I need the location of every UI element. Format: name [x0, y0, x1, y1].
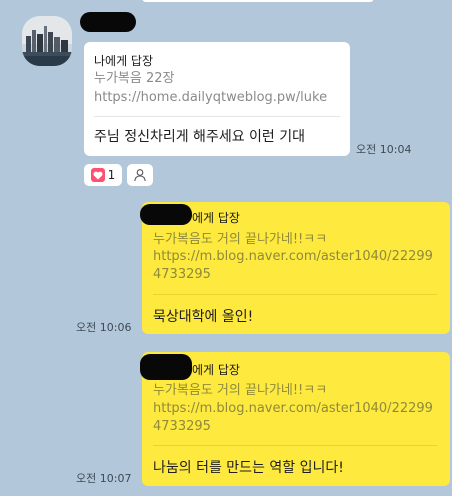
- quoted-message-title: 누가복음도 거의 끝나가네!!ㅋㅋ: [153, 383, 328, 398]
- sender-name-redacted: [80, 12, 136, 32]
- heart-icon: [90, 168, 105, 182]
- city-skyline-image: [22, 16, 72, 66]
- previous-message-bubble[interactable]: [142, 0, 374, 2]
- recipient-name-redacted: [140, 354, 192, 380]
- recipient-name-redacted: [140, 204, 192, 225]
- reaction-count: 1: [107, 168, 116, 182]
- person-icon: [134, 169, 146, 182]
- sender-avatar[interactable]: [22, 16, 72, 66]
- quoted-message-url[interactable]: https://m.blog.naver.com/aster1040/22299: [153, 399, 433, 418]
- add-reaction-button[interactable]: [127, 164, 153, 186]
- quoted-message-url-continued[interactable]: 4733295: [153, 417, 211, 436]
- heart-reaction[interactable]: 1: [84, 164, 122, 186]
- quoted-message-url[interactable]: https://m.blog.naver.com/aster1040/22299: [153, 247, 433, 266]
- message-text: 묵상대학에 올인!: [153, 309, 254, 325]
- quoted-message-title: 누가복음 22장: [94, 71, 175, 86]
- quoted-message-url-continued[interactable]: 4733295: [153, 265, 211, 284]
- quote-divider: [153, 445, 437, 446]
- incoming-message-bubble[interactable]: 나에게 답장 누가복음 22장 https://home.dailyqtwebl…: [84, 42, 350, 156]
- reply-label: 에게 답장: [192, 211, 240, 225]
- message-time: 오전 10:04: [356, 143, 412, 156]
- outgoing-message-bubble[interactable]: 에게 답장 누가복음도 거의 끝나가네!!ㅋㅋ https://m.blog.n…: [140, 202, 450, 334]
- reply-label: 나에게 답장: [94, 54, 154, 68]
- quote-divider: [153, 294, 437, 295]
- message-time: 오전 10:06: [76, 321, 132, 334]
- message-text: 나눔의 터를 만드는 역할 입니다!: [153, 460, 344, 476]
- quoted-message-url[interactable]: https://home.dailyqtweblog.pw/luke: [94, 88, 342, 107]
- message-text: 주님 정신차리게 해주세요 이런 기대: [94, 129, 305, 145]
- outgoing-message-bubble[interactable]: 에게 답장 누가복음도 거의 끝나가네!!ㅋㅋ https://m.blog.n…: [140, 352, 450, 486]
- message-time: 오전 10:07: [76, 472, 132, 485]
- quote-divider: [94, 116, 340, 117]
- reply-label: 에게 답장: [192, 363, 240, 377]
